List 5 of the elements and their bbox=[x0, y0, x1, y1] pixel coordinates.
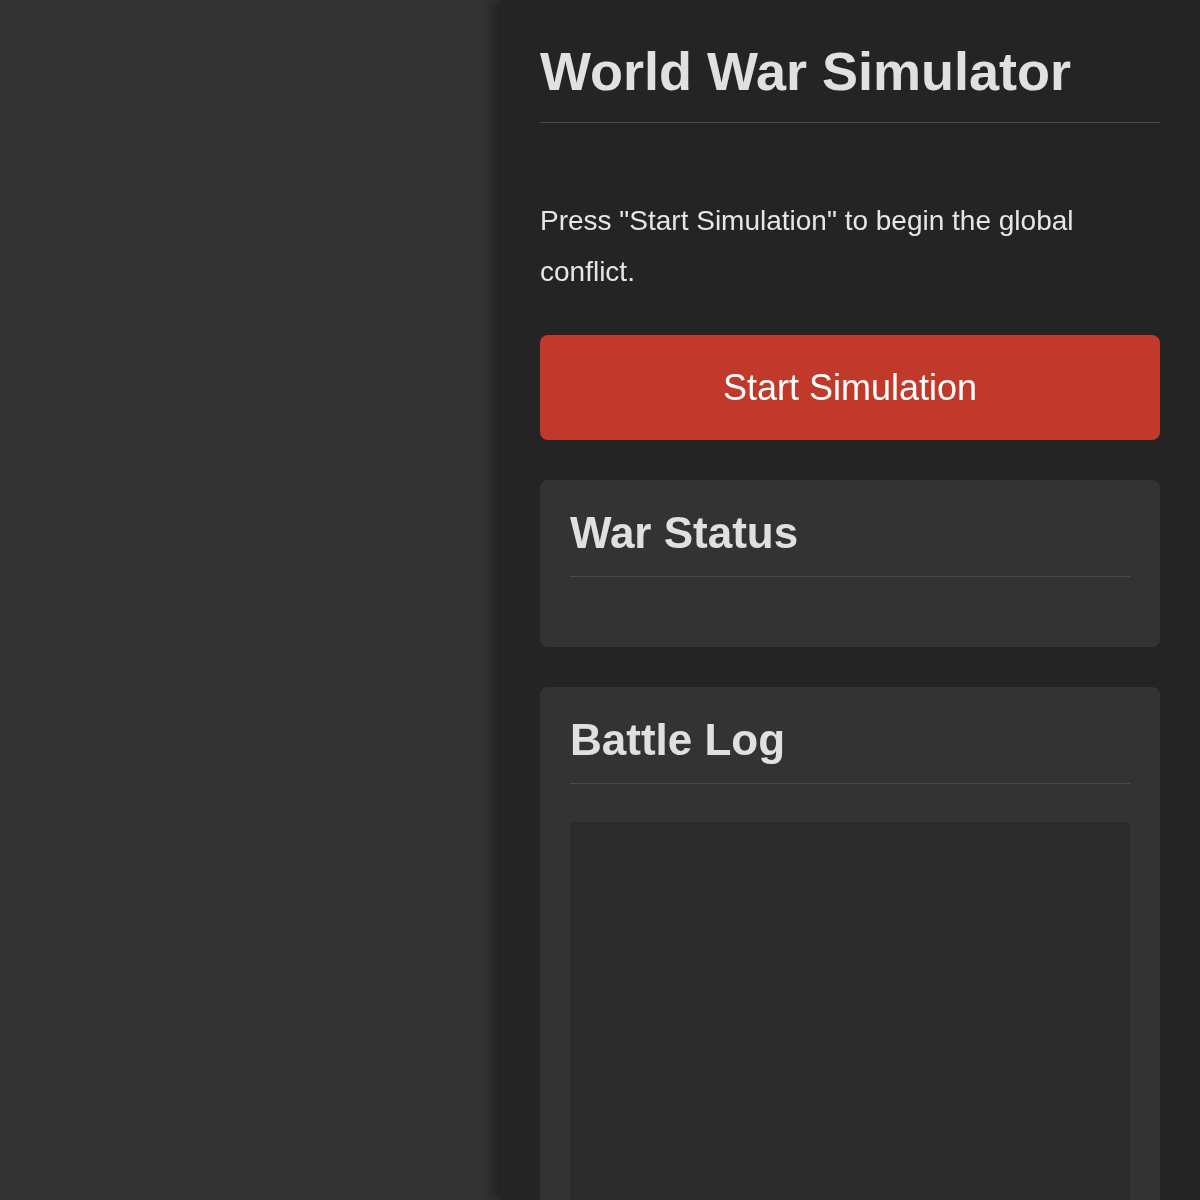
intro-text: Press "Start Simulation" to begin the global conflict. bbox=[540, 204, 1075, 289]
card-title: War Status bbox=[570, 508, 1130, 577]
card-title: Battle Log bbox=[570, 715, 1130, 784]
start-simulation-button[interactable]: Start Simulation bbox=[540, 335, 1160, 440]
app-title: World War Simulator bbox=[540, 40, 1160, 123]
